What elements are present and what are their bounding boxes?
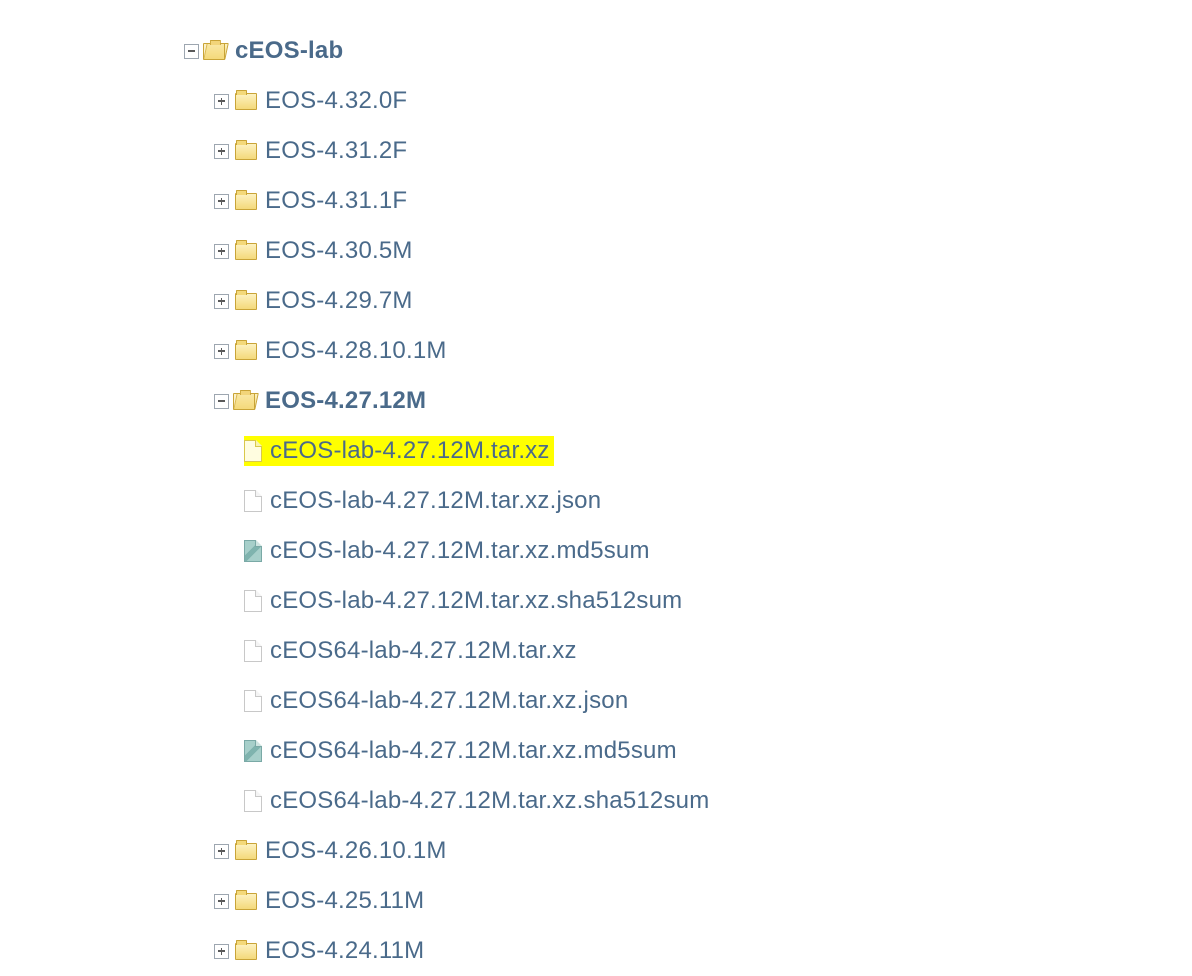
expand-icon[interactable] bbox=[214, 144, 229, 159]
file-icon bbox=[244, 790, 262, 812]
folder-closed-icon bbox=[235, 193, 257, 210]
tree-file[interactable]: cEOS64-lab-4.27.12M.tar.xz bbox=[184, 626, 1192, 676]
tree-file-label: cEOS-lab-4.27.12M.tar.xz.json bbox=[270, 487, 601, 515]
tree-file[interactable]: cEOS-lab-4.27.12M.tar.xz bbox=[184, 426, 1192, 476]
tree-folder-label: EOS-4.32.0F bbox=[265, 87, 407, 115]
tree-folder-label: EOS-4.27.12M bbox=[265, 387, 426, 415]
file-icon bbox=[244, 490, 262, 512]
tree-folder-open[interactable]: EOS-4.27.12M bbox=[184, 376, 1192, 426]
folder-closed-icon bbox=[235, 143, 257, 160]
tree-file-label: cEOS-lab-4.27.12M.tar.xz bbox=[270, 437, 550, 465]
expand-icon[interactable] bbox=[214, 244, 229, 259]
tree-folder-label: EOS-4.25.11M bbox=[265, 887, 424, 915]
tree-file-label: cEOS-lab-4.27.12M.tar.xz.md5sum bbox=[270, 537, 650, 565]
tree-file-label: cEOS64-lab-4.27.12M.tar.xz.json bbox=[270, 687, 628, 715]
tree-root-node[interactable]: cEOS-lab bbox=[184, 26, 1192, 76]
tree-file[interactable]: cEOS64-lab-4.27.12M.tar.xz.sha512sum bbox=[184, 776, 1192, 826]
tree-root-label: cEOS-lab bbox=[235, 37, 343, 65]
file-icon bbox=[244, 690, 262, 712]
folder-closed-icon bbox=[235, 93, 257, 110]
tree-folder-label: EOS-4.29.7M bbox=[265, 287, 413, 315]
tree-file[interactable]: cEOS-lab-4.27.12M.tar.xz.sha512sum bbox=[184, 576, 1192, 626]
tree-folder-collapsed[interactable]: EOS-4.31.2F bbox=[184, 126, 1192, 176]
file-icon bbox=[244, 640, 262, 662]
file-icon bbox=[244, 440, 262, 462]
folder-closed-icon bbox=[235, 243, 257, 260]
tree-folder-label: EOS-4.28.10.1M bbox=[265, 337, 447, 365]
tree-file-label: cEOS64-lab-4.27.12M.tar.xz bbox=[270, 637, 577, 665]
tree-folder-collapsed[interactable]: EOS-4.30.5M bbox=[184, 226, 1192, 276]
file-tree: cEOS-lab EOS-4.32.0F EOS-4.31.2F EOS-4.31.… bbox=[0, 0, 1192, 976]
file-icon bbox=[244, 590, 262, 612]
tree-folder-label: EOS-4.26.10.1M bbox=[265, 837, 447, 865]
expand-icon[interactable] bbox=[214, 944, 229, 959]
tree-file-label: cEOS-lab-4.27.12M.tar.xz.sha512sum bbox=[270, 587, 682, 615]
folder-closed-icon bbox=[235, 843, 257, 860]
expand-icon[interactable] bbox=[214, 294, 229, 309]
image-file-icon bbox=[244, 540, 262, 562]
tree-folder-label: EOS-4.31.2F bbox=[265, 137, 407, 165]
tree-folder-label: EOS-4.30.5M bbox=[265, 237, 413, 265]
tree-folder-collapsed[interactable]: EOS-4.31.1F bbox=[184, 176, 1192, 226]
folder-closed-icon bbox=[235, 293, 257, 310]
tree-folder-collapsed[interactable]: EOS-4.29.7M bbox=[184, 276, 1192, 326]
tree-file[interactable]: cEOS-lab-4.27.12M.tar.xz.json bbox=[184, 476, 1192, 526]
folder-open-icon bbox=[233, 393, 259, 410]
tree-folder-label: EOS-4.24.11M bbox=[265, 937, 424, 965]
tree-folder-collapsed[interactable]: EOS-4.26.10.1M bbox=[184, 826, 1192, 876]
collapse-icon[interactable] bbox=[184, 44, 199, 59]
tree-folder-collapsed[interactable]: EOS-4.24.11M bbox=[184, 926, 1192, 976]
highlighted-file: cEOS-lab-4.27.12M.tar.xz bbox=[244, 436, 554, 466]
collapse-icon[interactable] bbox=[214, 394, 229, 409]
expand-icon[interactable] bbox=[214, 894, 229, 909]
tree-folder-label: EOS-4.31.1F bbox=[265, 187, 407, 215]
image-file-icon bbox=[244, 740, 262, 762]
folder-open-icon bbox=[203, 43, 229, 60]
tree-file[interactable]: cEOS-lab-4.27.12M.tar.xz.md5sum bbox=[184, 526, 1192, 576]
expand-icon[interactable] bbox=[214, 844, 229, 859]
folder-closed-icon bbox=[235, 943, 257, 960]
tree-file-label: cEOS64-lab-4.27.12M.tar.xz.sha512sum bbox=[270, 787, 709, 815]
expand-icon[interactable] bbox=[214, 344, 229, 359]
expand-icon[interactable] bbox=[214, 194, 229, 209]
tree-file[interactable]: cEOS64-lab-4.27.12M.tar.xz.json bbox=[184, 676, 1192, 726]
tree-folder-collapsed[interactable]: EOS-4.28.10.1M bbox=[184, 326, 1192, 376]
tree-file-label: cEOS64-lab-4.27.12M.tar.xz.md5sum bbox=[270, 737, 677, 765]
tree-file[interactable]: cEOS64-lab-4.27.12M.tar.xz.md5sum bbox=[184, 726, 1192, 776]
folder-closed-icon bbox=[235, 893, 257, 910]
tree-folder-collapsed[interactable]: EOS-4.32.0F bbox=[184, 76, 1192, 126]
expand-icon[interactable] bbox=[214, 94, 229, 109]
folder-closed-icon bbox=[235, 343, 257, 360]
tree-folder-collapsed[interactable]: EOS-4.25.11M bbox=[184, 876, 1192, 926]
